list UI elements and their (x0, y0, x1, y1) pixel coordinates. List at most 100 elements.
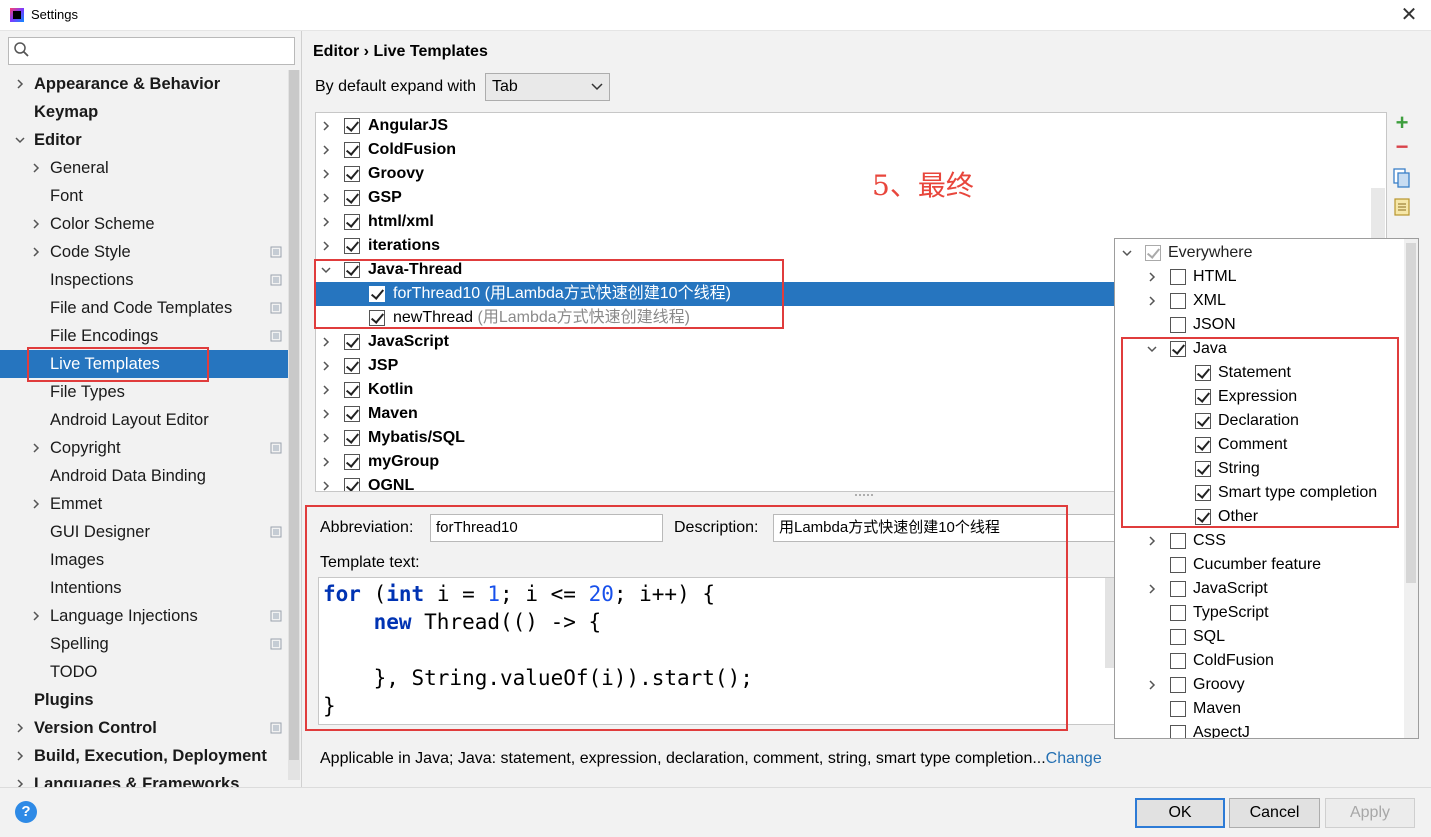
sidebar-item-language-injections[interactable]: Language Injections (0, 602, 288, 630)
chevron-right-icon[interactable] (14, 778, 26, 787)
expand-arrow[interactable] (14, 770, 26, 787)
context-checkbox[interactable] (1170, 677, 1186, 693)
expand-arrow[interactable] (1146, 289, 1158, 313)
sidebar-item-font[interactable]: Font (0, 182, 288, 210)
context-item-groovy[interactable]: Groovy (1115, 673, 1405, 697)
chevron-right-icon[interactable] (14, 722, 26, 734)
expand-with-select[interactable]: Tab (485, 73, 610, 101)
expand-arrow[interactable] (1146, 529, 1158, 553)
sidebar-scrollbar[interactable] (288, 70, 300, 780)
expand-arrow[interactable] (30, 154, 42, 182)
sidebar-item-version-control[interactable]: Version Control (0, 714, 288, 742)
chevron-right-icon[interactable] (320, 360, 332, 372)
chevron-down-icon[interactable] (1121, 247, 1133, 259)
context-checkbox[interactable] (1170, 725, 1186, 738)
chevron-right-icon[interactable] (14, 750, 26, 762)
template-checkbox[interactable] (344, 238, 360, 254)
expand-arrow[interactable] (30, 602, 42, 630)
chevron-right-icon[interactable] (30, 498, 42, 510)
context-item-typescript[interactable]: TypeScript (1115, 601, 1405, 625)
expand-arrow[interactable] (320, 450, 332, 474)
template-checkbox[interactable] (344, 166, 360, 182)
sidebar-item-color-scheme[interactable]: Color Scheme (0, 210, 288, 238)
context-item-xml[interactable]: XML (1115, 289, 1405, 313)
template-checkbox[interactable] (344, 214, 360, 230)
chevron-right-icon[interactable] (320, 384, 332, 396)
context-item-maven[interactable]: Maven (1115, 697, 1405, 721)
expand-arrow[interactable] (14, 126, 26, 154)
template-checkbox[interactable] (344, 190, 360, 206)
template-group-row[interactable]: GSP (316, 186, 1386, 210)
popup-scroll-thumb[interactable] (1406, 243, 1416, 583)
chevron-right-icon[interactable] (30, 442, 42, 454)
context-item-html[interactable]: HTML (1115, 265, 1405, 289)
chevron-right-icon[interactable] (30, 162, 42, 174)
template-group-row[interactable]: Groovy (316, 162, 1386, 186)
chevron-right-icon[interactable] (320, 240, 332, 252)
chevron-right-icon[interactable] (30, 218, 42, 230)
chevron-right-icon[interactable] (1146, 583, 1158, 595)
sidebar-item-android-layout-editor[interactable]: Android Layout Editor (0, 406, 288, 434)
expand-arrow[interactable] (1146, 673, 1158, 697)
context-item-aspectj[interactable]: AspectJ (1115, 721, 1405, 738)
context-checkbox[interactable] (1170, 605, 1186, 621)
template-checkbox[interactable] (344, 358, 360, 374)
context-checkbox[interactable] (1170, 629, 1186, 645)
add-template-button[interactable]: + (1391, 112, 1413, 134)
sidebar-item-copyright[interactable]: Copyright (0, 434, 288, 462)
expand-arrow[interactable] (320, 186, 332, 210)
ok-button[interactable]: OK (1135, 798, 1225, 828)
chevron-right-icon[interactable] (30, 246, 42, 258)
chevron-right-icon[interactable] (320, 480, 332, 492)
expand-arrow[interactable] (320, 210, 332, 234)
sidebar-item-todo[interactable]: TODO (0, 658, 288, 686)
template-checkbox[interactable] (344, 406, 360, 422)
context-checkbox[interactable] (1170, 533, 1186, 549)
chevron-right-icon[interactable] (320, 120, 332, 132)
chevron-right-icon[interactable] (320, 336, 332, 348)
sidebar-item-images[interactable]: Images (0, 546, 288, 574)
expand-arrow[interactable] (320, 354, 332, 378)
context-checkbox[interactable] (1145, 245, 1161, 261)
chevron-right-icon[interactable] (320, 456, 332, 468)
context-checkbox[interactable] (1170, 557, 1186, 573)
cancel-button[interactable]: Cancel (1229, 798, 1320, 828)
context-item-json[interactable]: JSON (1115, 313, 1405, 337)
expand-arrow[interactable] (1146, 265, 1158, 289)
close-window-button[interactable]: ✕ (1395, 3, 1423, 27)
chevron-right-icon[interactable] (1146, 271, 1158, 283)
expand-arrow[interactable] (320, 114, 332, 138)
expand-arrow[interactable] (320, 162, 332, 186)
context-checkbox[interactable] (1170, 701, 1186, 717)
change-contexts-link[interactable]: Change (1046, 750, 1102, 767)
context-item-javascript[interactable]: JavaScript (1115, 577, 1405, 601)
context-item-sql[interactable]: SQL (1115, 625, 1405, 649)
sidebar-item-editor[interactable]: Editor (0, 126, 288, 154)
chevron-right-icon[interactable] (320, 144, 332, 156)
sidebar-item-file-encodings[interactable]: File Encodings (0, 322, 288, 350)
expand-arrow[interactable] (30, 238, 42, 266)
expand-arrow[interactable] (320, 426, 332, 450)
template-group-row[interactable]: ColdFusion (316, 138, 1386, 162)
template-checkbox[interactable] (344, 334, 360, 350)
sidebar-item-inspections[interactable]: Inspections (0, 266, 288, 294)
sidebar-item-languages-frameworks[interactable]: Languages & Frameworks (0, 770, 288, 787)
context-checkbox[interactable] (1170, 581, 1186, 597)
context-checkbox[interactable] (1170, 317, 1186, 333)
chevron-right-icon[interactable] (320, 216, 332, 228)
sidebar-item-general[interactable]: General (0, 154, 288, 182)
context-checkbox[interactable] (1170, 293, 1186, 309)
context-item-css[interactable]: CSS (1115, 529, 1405, 553)
popup-scrollbar[interactable] (1404, 239, 1418, 738)
expand-arrow[interactable] (1121, 241, 1133, 265)
sidebar-item-appearance-behavior[interactable]: Appearance & Behavior (0, 70, 288, 98)
expand-arrow[interactable] (320, 330, 332, 354)
chevron-right-icon[interactable] (320, 192, 332, 204)
expand-arrow[interactable] (320, 474, 332, 492)
sidebar-item-file-and-code-templates[interactable]: File and Code Templates (0, 294, 288, 322)
expand-arrow[interactable] (30, 210, 42, 238)
template-group-row[interactable]: AngularJS (316, 114, 1386, 138)
expand-arrow[interactable] (14, 70, 26, 98)
sidebar-item-intentions[interactable]: Intentions (0, 574, 288, 602)
sidebar-item-emmet[interactable]: Emmet (0, 490, 288, 518)
